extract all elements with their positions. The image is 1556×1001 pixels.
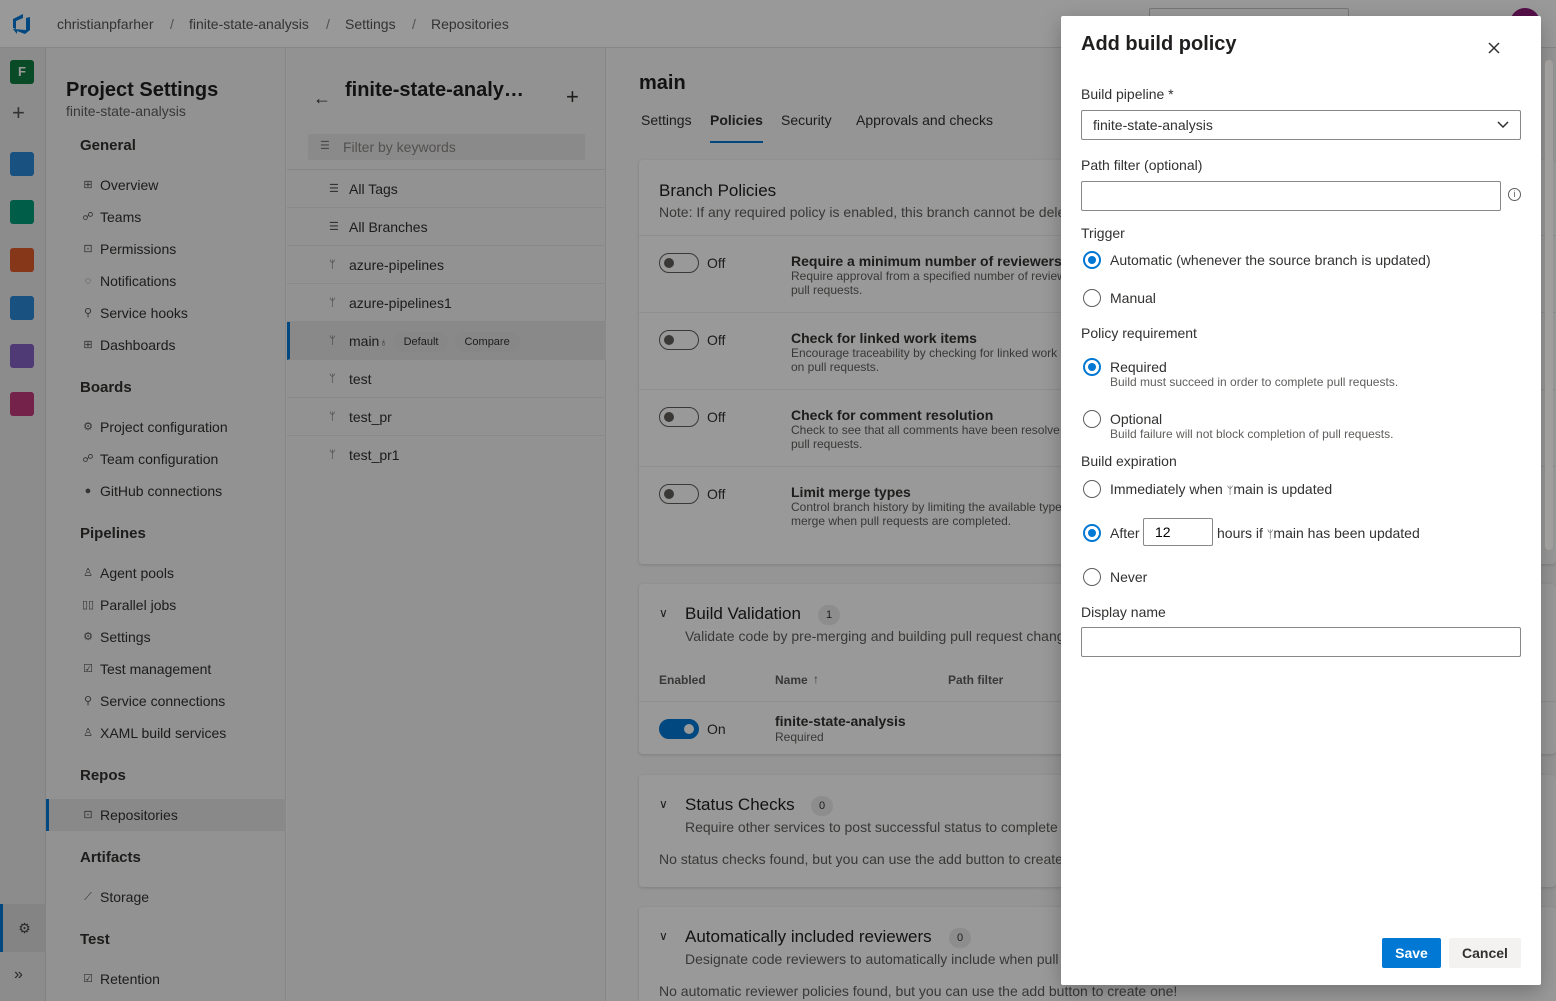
chevron-down-icon [1497,121,1509,129]
expiration-never-radio[interactable] [1083,568,1101,586]
save-button[interactable]: Save [1382,938,1441,968]
dialog-title: Add build policy [1081,33,1237,55]
path-filter-input[interactable] [1081,181,1501,211]
requirement-label: Policy requirement [1081,325,1197,341]
expiration-after-radio[interactable] [1083,524,1101,542]
requirement-optional-desc: Build failure will not block completion … [1110,427,1394,441]
requirement-required-radio[interactable] [1083,358,1101,376]
add-build-policy-dialog: Add build policy Build pipeline * finite… [1061,16,1541,985]
requirement-optional-label[interactable]: Optional [1110,411,1162,427]
trigger-manual-radio[interactable] [1083,289,1101,307]
expiration-immediate-label[interactable]: Immediately when ᛘmain is updated [1110,481,1332,497]
trigger-label: Trigger [1081,225,1125,241]
display-name-input[interactable] [1081,627,1521,657]
expiration-after-suffix: hours if ᛘmain has been updated [1217,525,1420,541]
expiration-immediate-radio[interactable] [1083,480,1101,498]
trigger-automatic-label[interactable]: Automatic (whenever the source branch is… [1110,252,1431,268]
requirement-optional-radio[interactable] [1083,410,1101,428]
requirement-required-desc: Build must succeed in order to complete … [1110,375,1399,389]
pipeline-select-value: finite-state-analysis [1093,117,1213,133]
expiration-after-label[interactable]: After [1110,525,1140,541]
display-name-label: Display name [1081,604,1166,620]
expiration-label: Build expiration [1081,453,1177,469]
expiration-hours-input[interactable] [1143,518,1213,546]
expiration-never-label[interactable]: Never [1110,569,1147,585]
info-icon[interactable]: i [1508,188,1521,201]
close-icon[interactable] [1485,39,1503,57]
cancel-button[interactable]: Cancel [1449,938,1521,968]
path-filter-label: Path filter (optional) [1081,157,1203,173]
scrollbar-thumb[interactable] [1545,60,1553,550]
requirement-required-label[interactable]: Required [1110,359,1167,375]
trigger-manual-label[interactable]: Manual [1110,290,1156,306]
pipeline-select[interactable]: finite-state-analysis [1081,110,1521,140]
pipeline-label: Build pipeline * [1081,86,1174,102]
trigger-automatic-radio[interactable] [1083,251,1101,269]
